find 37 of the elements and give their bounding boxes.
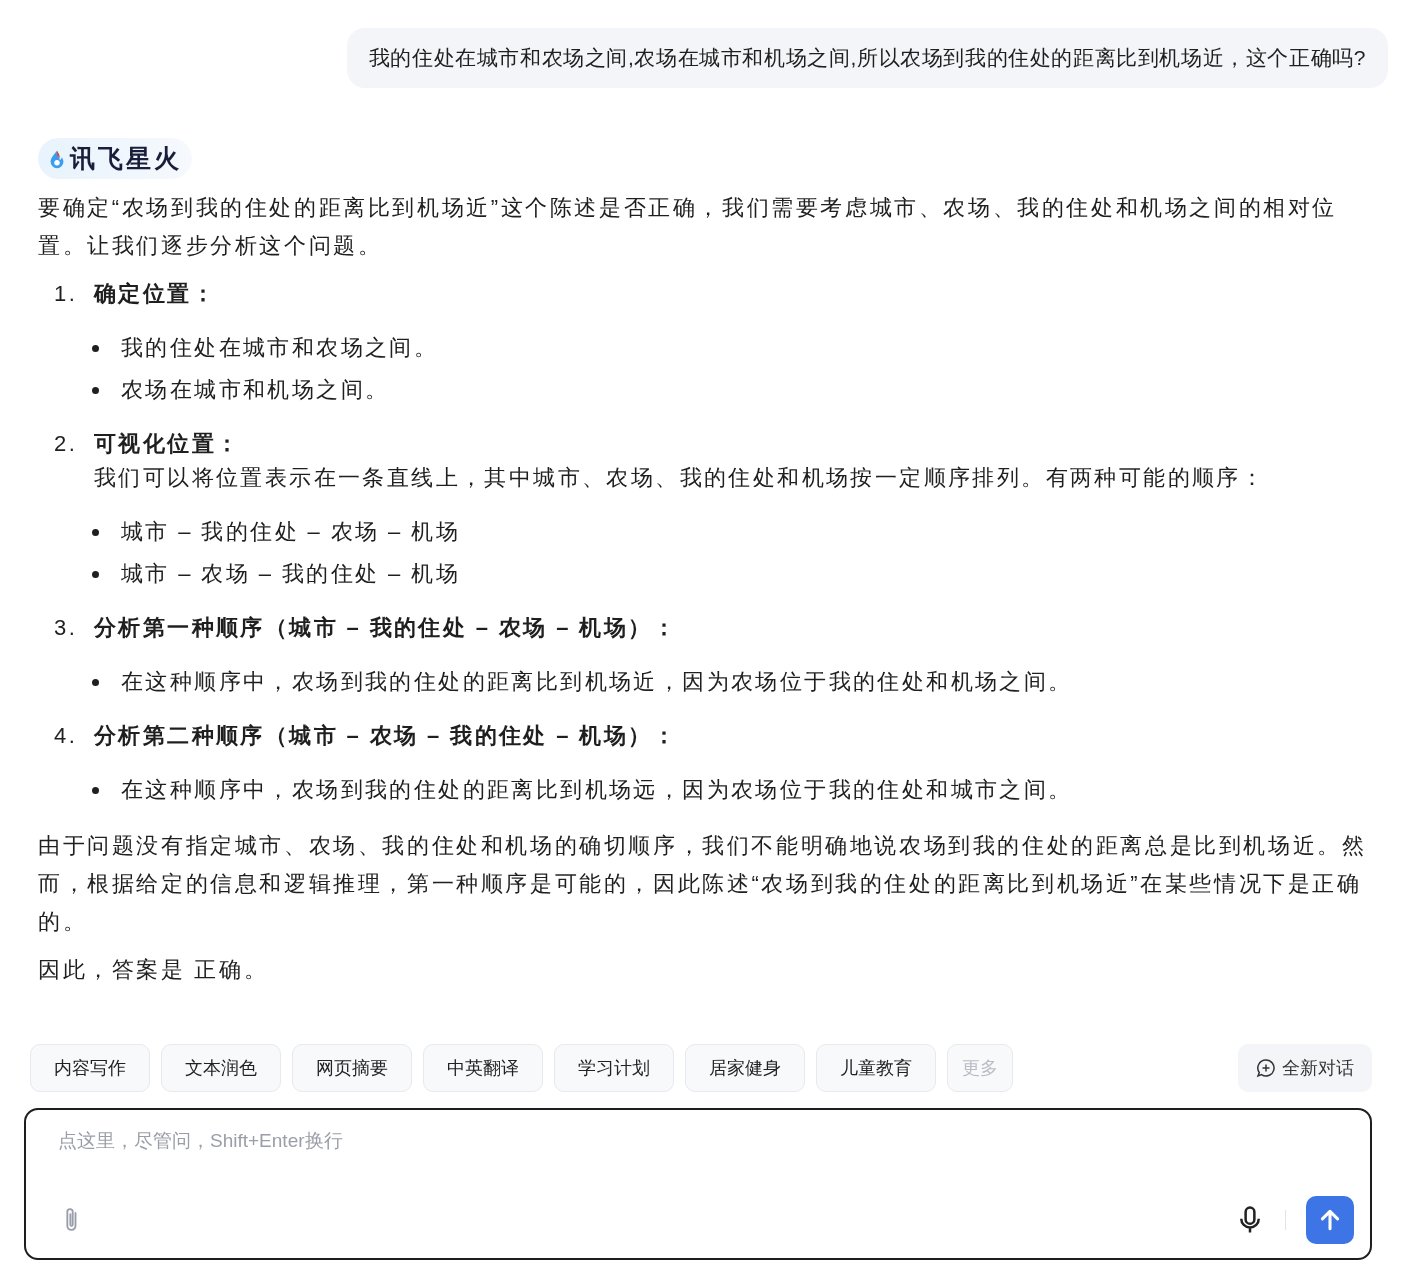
bullet-icon (92, 528, 99, 536)
step-description: 我们可以将位置表示在一条直线上，其中城市、农场、我的住处和机场按一定顺序排列。有两种可能的顺序： (93, 464, 1267, 492)
prompt-chip[interactable]: 学习计划 (554, 1044, 674, 1092)
user-message: 我的住处在城市和农场之间,农场在城市和机场之间,所以农场到我的住处的距离比到机场近，这个正确吗? (346, 28, 1388, 88)
prompt-chip[interactable]: 内容写作 (30, 1044, 150, 1092)
prompt-chip[interactable]: 文本润色 (161, 1044, 281, 1092)
list-item: 我的住处在城市和农场之间。 (121, 334, 439, 362)
list-number: 2. (54, 430, 79, 458)
input-box[interactable]: 点这里，尽管问，Shift+Enter换行 (24, 1108, 1372, 1260)
bullet-icon (92, 786, 99, 794)
prompt-chip[interactable]: 儿童教育 (816, 1044, 936, 1092)
step-title: 确定位置： (94, 280, 216, 308)
list-number: 1. (54, 280, 79, 308)
brand-logo: 讯飞星火 (38, 138, 192, 179)
answer-paragraph: 由于问题没有指定城市、农场、我的住处和机场的确切顺序，我们不能明确地说农场到我的住处的距离总是比到机场近。然而，根据给定的信息和逻辑推理，第一种顺序是可能的，因此陈述“农场到我的住处的距离比到机场近”在某些情况下是正确的。 (38, 832, 1368, 936)
list-item: 在这种顺序中，农场到我的住处的距离比到机场远，因为农场位于我的住处和城市之间。 (121, 776, 1073, 804)
list-number: 4. (54, 722, 79, 750)
step-title: 分析第一种顺序（城市 – 我的住处 – 农场 – 机场）： (94, 614, 677, 642)
prompt-chip[interactable]: 中英翻译 (423, 1044, 543, 1092)
bullet-icon (92, 386, 99, 394)
answer-paragraph: 要确定“农场到我的住处的距离比到机场近”这个陈述是否正确，我们需要考虑城市、农场、我的住处和机场之间的相对位置。让我们逐步分析这个问题。 (38, 194, 1339, 260)
list-number: 3. (54, 614, 79, 642)
bullet-icon (92, 344, 99, 352)
list-item: 城市 – 农场 – 我的住处 – 机场 (121, 560, 460, 588)
step-title: 分析第二种顺序（城市 – 农场 – 我的住处 – 机场）： (94, 722, 677, 750)
bullet-icon (92, 570, 99, 578)
list-item: 城市 – 我的住处 – 农场 – 机场 (121, 518, 460, 546)
send-button[interactable] (1306, 1196, 1354, 1244)
list-item: 农场在城市和机场之间。 (121, 376, 390, 404)
answer-paragraph: 因此，答案是 正确。 (38, 956, 270, 984)
new-chat-button[interactable]: 全新对话 (1238, 1044, 1372, 1092)
bullet-icon (92, 678, 99, 686)
prompt-chip[interactable]: 居家健身 (685, 1044, 805, 1092)
prompt-chip[interactable]: 网页摘要 (292, 1044, 412, 1092)
plus-bubble-icon (1256, 1058, 1276, 1078)
step-title: 可视化位置： (94, 430, 241, 458)
list-item: 在这种顺序中，农场到我的住处的距离比到机场近，因为农场位于我的住处和机场之间。 (121, 668, 1073, 696)
